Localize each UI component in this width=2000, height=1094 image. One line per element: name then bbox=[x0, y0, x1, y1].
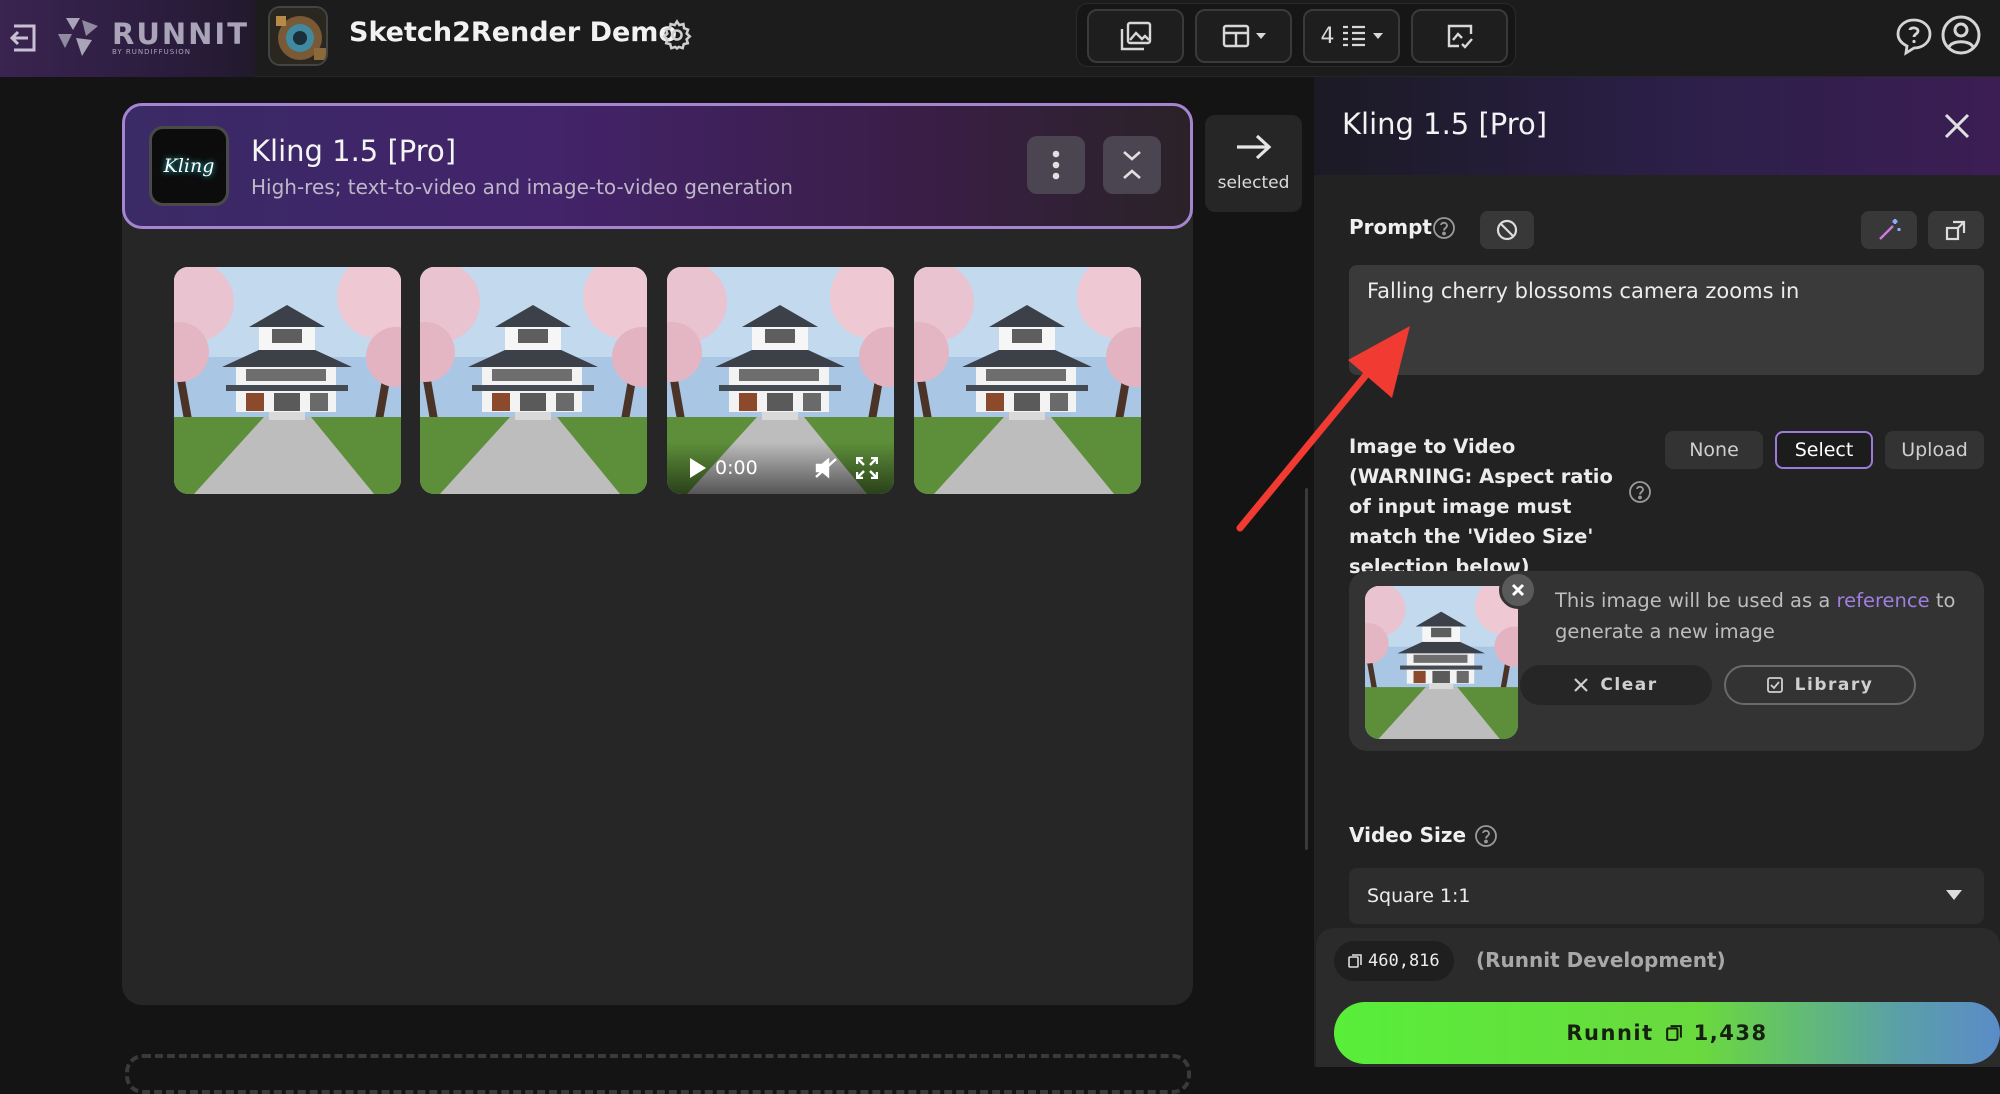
video-size-label: Video Size bbox=[1349, 823, 1467, 847]
reference-link[interactable]: reference bbox=[1837, 589, 1930, 612]
gallery-icon bbox=[1120, 21, 1152, 51]
view-toolbar: 4 bbox=[1076, 3, 1516, 67]
credit-amount: 460,816 bbox=[1368, 951, 1440, 971]
expand-window-icon bbox=[1945, 219, 1967, 241]
annotation-arrow bbox=[1230, 318, 1430, 538]
itv-option-upload[interactable]: Upload bbox=[1885, 431, 1984, 469]
selected-label: selected bbox=[1217, 173, 1290, 193]
account-icon[interactable] bbox=[1940, 14, 1982, 56]
node-header[interactable]: Kling Kling 1.5 [Pro] High-res; text-to-… bbox=[122, 103, 1193, 229]
credit-balance: 460,816 bbox=[1334, 941, 1454, 981]
node-subtitle: High-res; text-to-video and image-to-vid… bbox=[251, 175, 793, 199]
video-size-value: Square 1:1 bbox=[1367, 885, 1471, 907]
help-circle-icon[interactable] bbox=[1474, 824, 1498, 848]
video-controls: 0:00 bbox=[667, 442, 894, 494]
top-bar: RUNNIT BY RUNDIFFUSION Sketch2Render Dem… bbox=[0, 0, 2000, 77]
library-label: Library bbox=[1794, 675, 1874, 695]
credits-icon bbox=[1665, 1025, 1682, 1041]
reference-description: This image will be used as a reference t… bbox=[1555, 585, 1965, 647]
node-collapse-button[interactable] bbox=[1103, 136, 1161, 194]
runnit-logo-icon bbox=[54, 16, 104, 60]
grid-layout-icon bbox=[1222, 24, 1250, 48]
run-label: Runnit bbox=[1566, 1021, 1654, 1045]
gear-icon[interactable] bbox=[660, 18, 694, 52]
video-size-select[interactable]: Square 1:1 bbox=[1349, 868, 1984, 924]
reference-image[interactable] bbox=[1365, 586, 1518, 739]
itv-option-none[interactable]: None bbox=[1665, 431, 1763, 469]
close-icon bbox=[1511, 583, 1525, 597]
expand-prompt-button[interactable] bbox=[1928, 211, 1984, 249]
help-circle-icon[interactable] bbox=[1432, 216, 1456, 240]
fullscreen-icon[interactable] bbox=[855, 457, 878, 479]
brand-area: RUNNIT BY RUNDIFFUSION bbox=[0, 0, 255, 77]
project-title[interactable]: Sketch2Render Demo bbox=[349, 17, 677, 48]
logo-wordmark: RUNNIT bbox=[112, 17, 249, 51]
panel-header: Kling 1.5 [Pro] bbox=[1314, 77, 2000, 175]
image-check-icon bbox=[1445, 22, 1475, 50]
prompt-input[interactable]: Falling cherry blossoms camera zooms in bbox=[1349, 265, 1984, 375]
add-node-dropzone[interactable] bbox=[125, 1054, 1191, 1094]
checkbox-icon bbox=[1766, 677, 1783, 693]
chevron-down-icon bbox=[1946, 890, 1962, 900]
clear-label: Clear bbox=[1600, 675, 1658, 695]
help-circle-icon[interactable] bbox=[1628, 480, 1652, 504]
runnit-button[interactable]: Runnit 1,438 bbox=[1334, 1002, 2000, 1064]
columns-dropdown[interactable]: 4 bbox=[1303, 9, 1400, 63]
result-thumbnail-1[interactable] bbox=[174, 267, 401, 494]
kling-logo: Kling bbox=[149, 126, 229, 206]
more-vertical-icon bbox=[1052, 150, 1060, 180]
prompt-label: Prompt bbox=[1349, 215, 1432, 239]
panel-resize-handle[interactable] bbox=[1305, 488, 1308, 850]
node-title: Kling 1.5 [Pro] bbox=[251, 134, 457, 168]
layout-dropdown[interactable] bbox=[1195, 9, 1292, 63]
magic-prompt-button[interactable] bbox=[1861, 211, 1917, 249]
close-icon[interactable] bbox=[1942, 111, 1972, 141]
columns-count: 4 bbox=[1320, 23, 1335, 49]
chevron-down-icon bbox=[1255, 33, 1266, 39]
settings-panel: Kling 1.5 [Pro] Prompt Falling cherry bl… bbox=[1314, 77, 2000, 1067]
reference-text-before: This image will be used as a bbox=[1555, 589, 1831, 612]
remove-reference-button[interactable] bbox=[1499, 571, 1537, 609]
team-name: (Runnit Development) bbox=[1476, 948, 1726, 972]
arrow-right-icon bbox=[1235, 133, 1273, 161]
reference-image-card: This image will be used as a reference t… bbox=[1349, 571, 1984, 751]
node-card bbox=[122, 103, 1193, 1005]
review-button[interactable] bbox=[1411, 9, 1508, 63]
project-thumbnail[interactable] bbox=[268, 6, 328, 66]
help-chat-icon[interactable] bbox=[1894, 16, 1934, 56]
run-footer: 460,816 (Runnit Development) Runnit 1,43… bbox=[1316, 928, 2000, 1067]
gallery-button[interactable] bbox=[1087, 9, 1184, 63]
clear-reference-button[interactable]: Clear bbox=[1520, 665, 1712, 705]
panel-title: Kling 1.5 [Pro] bbox=[1342, 107, 1548, 141]
result-thumbnail-4[interactable] bbox=[914, 267, 1141, 494]
clear-prompt-button[interactable] bbox=[1480, 211, 1534, 249]
kling-logo-text: Kling bbox=[163, 155, 215, 177]
itv-option-select[interactable]: Select bbox=[1775, 431, 1873, 469]
library-button[interactable]: Library bbox=[1724, 665, 1916, 705]
logo-subtext: BY RUNDIFFUSION bbox=[112, 48, 192, 56]
list-icon bbox=[1341, 24, 1367, 48]
play-icon[interactable] bbox=[689, 457, 707, 479]
magic-wand-icon bbox=[1876, 217, 1902, 243]
selected-toggle[interactable]: selected bbox=[1205, 115, 1302, 212]
credits-icon bbox=[1348, 954, 1362, 968]
muted-icon[interactable] bbox=[814, 457, 838, 479]
close-icon bbox=[1574, 678, 1589, 692]
block-icon bbox=[1495, 218, 1519, 242]
video-time: 0:00 bbox=[715, 457, 758, 479]
node-menu-button[interactable] bbox=[1027, 136, 1085, 194]
chevron-down-icon bbox=[1372, 33, 1383, 39]
run-cost: 1,438 bbox=[1693, 1021, 1768, 1045]
result-video-3[interactable]: 0:00 bbox=[667, 267, 894, 494]
result-thumbnail-2[interactable] bbox=[420, 267, 647, 494]
exit-icon[interactable] bbox=[8, 20, 44, 56]
collapse-chevrons-icon bbox=[1121, 148, 1143, 182]
